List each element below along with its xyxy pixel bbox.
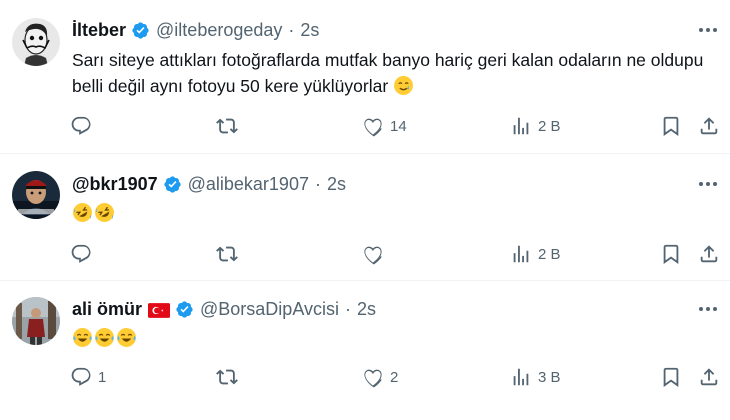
like-icon <box>364 118 382 137</box>
more-icon[interactable] <box>696 297 720 321</box>
verified-badge-icon <box>175 300 194 319</box>
views-button[interactable]: 2 B <box>510 112 561 140</box>
views-count: 2 B <box>538 245 561 263</box>
tweet-1[interactable]: İlteber @ilteberogeday · 2s Sarı siteye … <box>0 0 730 154</box>
reply-count: 1 <box>98 368 107 386</box>
face-with-tears-of-joy-emoji <box>116 327 137 348</box>
tweet-time[interactable]: 2s <box>300 20 319 41</box>
views-button[interactable]: 3 B <box>510 363 561 391</box>
author-handle[interactable]: @ilteberogeday <box>156 20 282 41</box>
views-count: 2 B <box>538 117 561 135</box>
tweet-actions: 14 2 B <box>62 112 730 140</box>
views-icon <box>513 368 529 386</box>
avatar[interactable] <box>12 297 60 345</box>
reply-button[interactable] <box>70 240 98 268</box>
like-count: 14 <box>390 117 407 135</box>
tweet-time[interactable]: 2s <box>357 299 376 320</box>
tweet-text <box>72 200 706 226</box>
more-icon[interactable] <box>696 18 720 42</box>
author-name[interactable]: ali ömür <box>72 299 142 320</box>
retweet-icon <box>216 369 238 385</box>
bookmark-button[interactable] <box>660 112 682 140</box>
verified-badge-icon <box>131 21 150 40</box>
like-icon <box>364 369 382 388</box>
verified-badge-icon <box>163 175 182 194</box>
tweet-actions: 2 B <box>62 240 730 268</box>
separator-dot: · <box>288 19 295 40</box>
rolling-on-floor-laughing-emoji <box>94 202 115 223</box>
author-name[interactable]: @bkr1907 <box>72 174 158 195</box>
like-icon <box>364 246 382 265</box>
tweet-time[interactable]: 2s <box>327 174 346 195</box>
bookmark-icon <box>663 244 679 264</box>
face-with-tears-of-joy-emoji <box>94 327 115 348</box>
tweet-feed: İlteber @ilteberogeday · 2s Sarı siteye … <box>0 0 730 420</box>
reply-icon <box>71 116 91 135</box>
smiling-face-with-tear-emoji <box>393 75 414 96</box>
share-button[interactable] <box>698 240 720 268</box>
author-handle[interactable]: @BorsaDipAvcisi <box>200 299 339 320</box>
bookmark-button[interactable] <box>660 363 682 391</box>
like-button[interactable] <box>362 240 390 268</box>
share-button[interactable] <box>698 112 720 140</box>
reply-button[interactable]: 1 <box>70 363 106 391</box>
author-handle[interactable]: @alibekar1907 <box>188 174 309 195</box>
share-icon <box>700 117 718 135</box>
like-button[interactable]: 14 <box>362 112 407 140</box>
retweet-icon <box>216 246 238 262</box>
tweet-3[interactable]: ali ömür @BorsaDipAvcisi · 2s 1 2 3 B <box>0 281 730 420</box>
retweet-button[interactable] <box>216 240 238 268</box>
retweet-button[interactable] <box>216 363 238 391</box>
share-button[interactable] <box>698 363 720 391</box>
like-count: 2 <box>390 368 399 386</box>
tweet-text <box>72 325 706 351</box>
more-icon[interactable] <box>696 172 720 196</box>
retweet-button[interactable] <box>216 112 238 140</box>
tweet-2[interactable]: @bkr1907 @alibekar1907 · 2s 2 B <box>0 154 730 281</box>
reply-button[interactable] <box>70 112 98 140</box>
tweet-body: Sarı siteye attıkları fotoğraflarda mutf… <box>72 50 704 96</box>
separator-dot: · <box>314 173 321 194</box>
views-icon <box>513 117 529 135</box>
turkey-flag-icon <box>148 302 171 318</box>
tweet-header: İlteber @ilteberogeday · 2s <box>72 18 319 42</box>
bookmark-icon <box>663 367 679 387</box>
views-icon <box>513 245 529 263</box>
separator-dot: · <box>345 298 351 319</box>
tweet-header: @bkr1907 @alibekar1907 · 2s <box>72 172 346 196</box>
like-button[interactable]: 2 <box>362 363 398 391</box>
retweet-icon <box>216 118 238 134</box>
bookmark-icon <box>663 116 679 136</box>
views-count: 3 B <box>538 368 561 386</box>
share-icon <box>700 368 718 386</box>
bookmark-button[interactable] <box>660 240 682 268</box>
reply-icon <box>71 244 91 263</box>
tweet-text: Sarı siteye attıkları fotoğraflarda mutf… <box>72 47 706 99</box>
share-icon <box>700 245 718 263</box>
author-name[interactable]: İlteber <box>72 20 126 41</box>
rolling-on-floor-laughing-emoji <box>72 202 93 223</box>
tweet-header: ali ömür @BorsaDipAvcisi · 2s <box>72 297 376 321</box>
views-button[interactable]: 2 B <box>510 240 561 268</box>
avatar[interactable] <box>12 18 60 66</box>
reply-icon <box>71 367 91 386</box>
face-with-tears-of-joy-emoji <box>72 327 93 348</box>
avatar[interactable] <box>12 171 60 219</box>
tweet-actions: 1 2 3 B <box>62 363 730 391</box>
